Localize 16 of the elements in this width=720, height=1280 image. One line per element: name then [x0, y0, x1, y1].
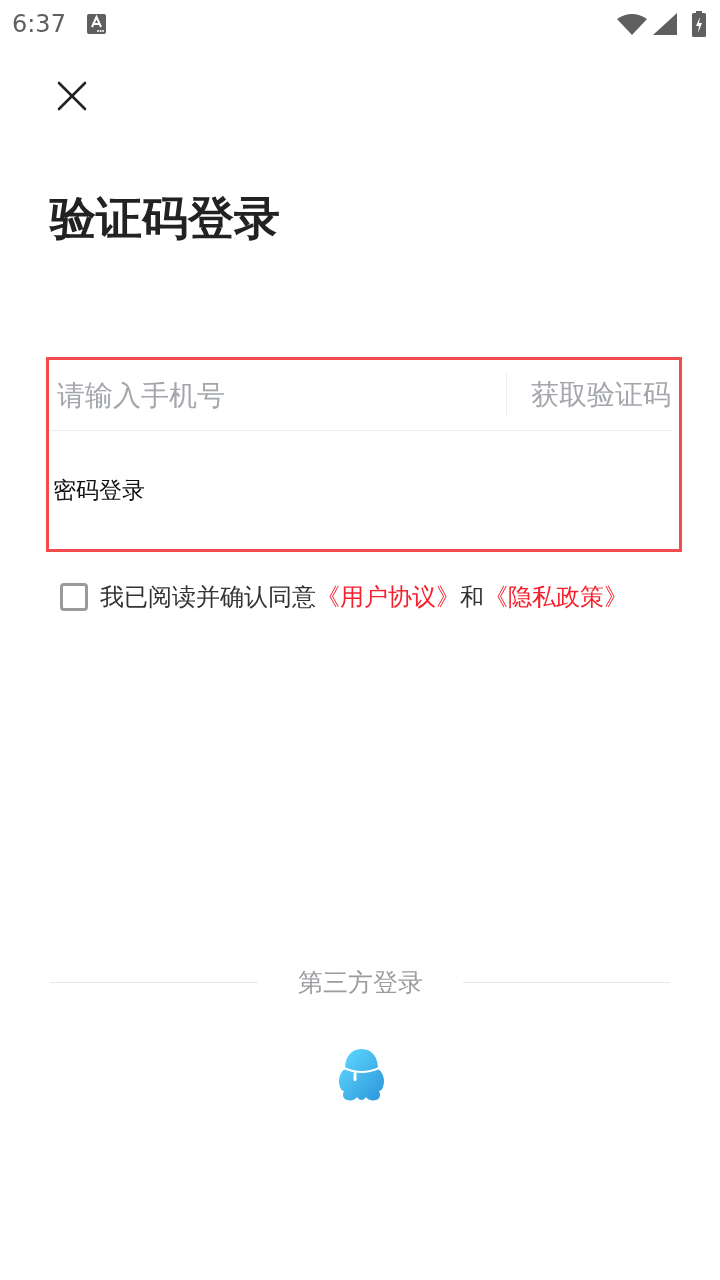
- policy-link[interactable]: 《用户协议》: [316, 583, 460, 611]
- get-code-button[interactable]: 获取验证码: [507, 376, 671, 414]
- battery-charging-icon: [692, 11, 706, 37]
- app-notification-icon: [86, 14, 106, 34]
- close-icon: [57, 81, 87, 111]
- password-login-link[interactable]: 密码登录: [53, 474, 145, 506]
- phone-field[interactable]: 请输入手机号: [57, 373, 506, 417]
- agreement-text: 我已阅读并确认同意《用户协议》和《隐私政策》: [100, 582, 628, 613]
- status-time: 6:37: [12, 10, 66, 38]
- penguin-login-icon[interactable]: [337, 1046, 386, 1102]
- page-title: 验证码登录: [50, 190, 281, 247]
- signal-icon: [653, 13, 677, 35]
- third-party-login-label: 第三方登录: [297, 966, 423, 999]
- policy-link[interactable]: 《隐私政策》: [484, 583, 628, 611]
- wifi-icon: [617, 13, 647, 35]
- agreement-checkbox[interactable]: [60, 583, 88, 611]
